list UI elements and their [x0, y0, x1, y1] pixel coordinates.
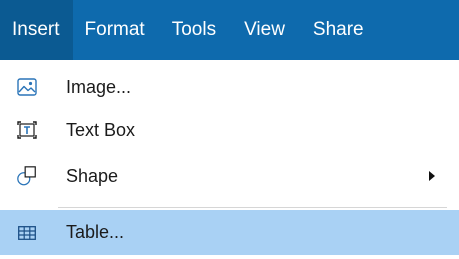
- shape-icon: [16, 165, 38, 187]
- chevron-right-icon: [429, 171, 435, 181]
- menu-item-label: Text Box: [66, 119, 136, 140]
- menu-item-label: Image...: [66, 76, 132, 97]
- menu-item-image[interactable]: Image...: [0, 64, 459, 110]
- menu-item-label: Shape: [66, 165, 119, 186]
- menu-item-shape[interactable]: Shape: [0, 152, 459, 200]
- menu-separator: [58, 207, 447, 208]
- table-icon: [16, 222, 38, 244]
- menu-insert[interactable]: Insert: [0, 0, 73, 60]
- text-box-icon: [16, 119, 38, 141]
- menu-item-text-box[interactable]: Text Box: [0, 107, 459, 153]
- image-icon: [16, 76, 38, 98]
- menu-item-label: Table...: [66, 222, 125, 242]
- menu-item-table[interactable]: Table...: [0, 210, 459, 255]
- menu-tools[interactable]: Tools: [158, 0, 229, 60]
- menu-bar: Insert Format Tools View Share: [0, 0, 459, 60]
- menu-view[interactable]: View: [229, 0, 299, 60]
- insert-dropdown-menu: Image... Text Box Shape Table...: [0, 60, 459, 259]
- menu-share[interactable]: Share: [299, 0, 376, 60]
- menu-format[interactable]: Format: [73, 0, 158, 60]
